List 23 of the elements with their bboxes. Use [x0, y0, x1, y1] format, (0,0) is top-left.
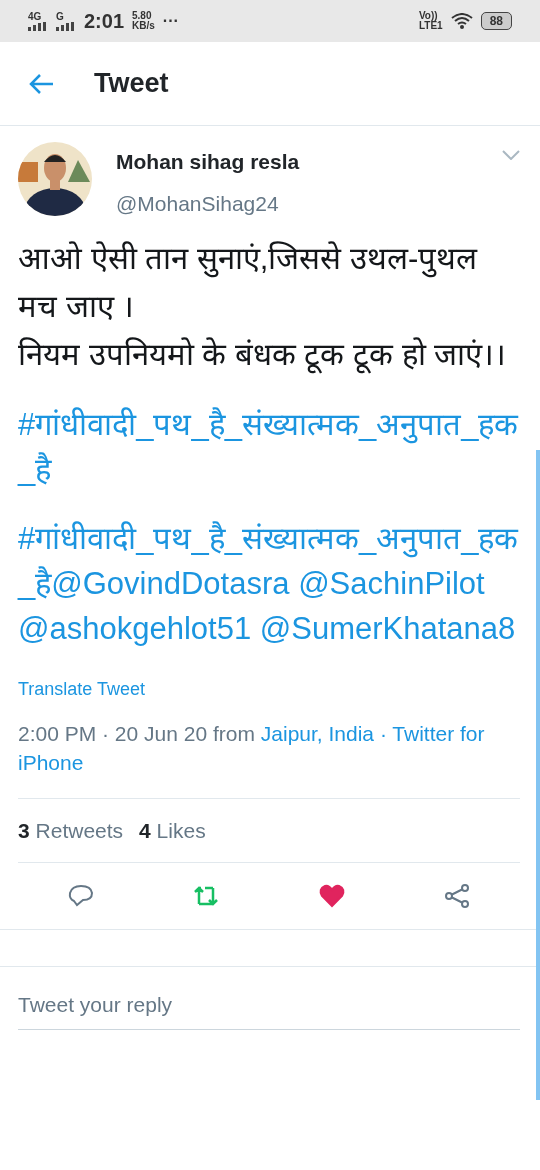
tweet-text: आओ ऐसी तान सुनाएं,जिससे उथल-पुथल मच जाए । नियम उपनियमो के बंधक टूक टूक हो जाएं।।: [18, 240, 508, 376]
lte-label: LTE1: [418, 21, 443, 31]
author-handle: @MohanSihag24: [116, 190, 280, 217]
network-label: G: [56, 11, 65, 22]
battery-indicator: 88: [480, 12, 512, 30]
page-title: Tweet: [94, 67, 169, 100]
status-time: 2:01: [84, 9, 125, 34]
volte-label: Vo)): [418, 11, 439, 21]
network-label: 4G: [28, 11, 43, 22]
stat-link[interactable]: 3 Retweets: [18, 814, 124, 847]
stat-link[interactable]: 4 Likes: [139, 814, 206, 847]
wifi-icon: [450, 13, 473, 29]
signal-icon: [56, 21, 76, 31]
speed-unit: KB/s: [132, 21, 155, 31]
more-indicator: ···: [162, 11, 179, 31]
hashtag-paragraph[interactable]: #गांधीवादी_पथ_है_संख्यात्मक_अनुपात_हक_है@GovindDotasra @SachinPilot @ashokgehlot51 @SumerKhatana8: [18, 517, 520, 652]
author-name: Mohan sihag resla: [116, 149, 301, 175]
back-button[interactable]: [28, 71, 54, 96]
hashtag-paragraph[interactable]: #गांधीवादी_पथ_है_संख्यात्मक_अनुपात_हक_है: [18, 403, 520, 493]
translate-link[interactable]: Translate Tweet: [18, 675, 146, 703]
network-speed: 5.80: [132, 11, 153, 21]
tweet-metadata: 2:00 PM · 20 Jun 20 from Jaipur, India · Twitter for iPhone: [18, 720, 486, 777]
signal-icon: [28, 21, 48, 31]
